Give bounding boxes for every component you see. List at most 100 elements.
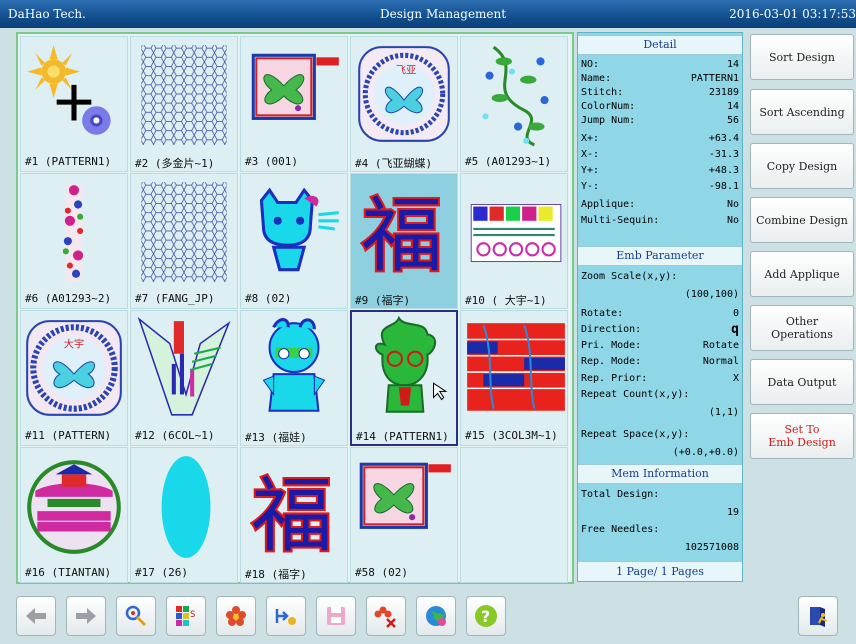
color-change-button[interactable]: S	[166, 596, 206, 636]
design-caption: #14 (PATTERN1)	[356, 430, 449, 443]
preview-icon	[125, 605, 147, 627]
detail-stitch: Stitch: 23189	[581, 87, 739, 98]
repeat-space-value: (+0.0,+0.0)	[672, 447, 739, 458]
free-needles-label: Free Needles:	[581, 524, 660, 535]
delete-design-icon	[374, 606, 396, 628]
detail-applique: Applique: No	[581, 199, 739, 210]
network-button[interactable]	[416, 596, 456, 636]
design-thumbnail	[463, 39, 565, 151]
design-tile[interactable]: #5 (A01293~1)	[460, 36, 568, 172]
svg-text:S: S	[190, 610, 195, 620]
flower-design-button[interactable]	[216, 596, 256, 636]
add-applique-button[interactable]: Add Applique	[750, 251, 854, 297]
design-tile[interactable]: #6 (A01293~2)	[20, 173, 128, 309]
design-caption: #3 (001)	[245, 155, 298, 168]
design-thumbnail: 大宇	[23, 313, 125, 425]
design-caption: #12 (6COL~1)	[135, 429, 215, 442]
design-caption: #6 (A01293~2)	[25, 292, 112, 305]
design-tile[interactable]: #12 (6COL~1)	[130, 310, 238, 446]
design-thumbnail	[243, 39, 345, 151]
sort-design-button[interactable]: Sort Design	[750, 34, 854, 80]
design-tile[interactable]: 大宇 #11 (PATTERN)	[20, 310, 128, 446]
design-caption: #18 (福字)	[245, 568, 307, 581]
save-disk-icon	[327, 607, 345, 625]
exit-icon	[810, 607, 828, 627]
design-thumbnail: 飞亚	[353, 39, 455, 151]
design-tile[interactable]: #8 (02)	[240, 173, 348, 309]
flower-icon	[226, 606, 246, 626]
bottom-toolbar: S ?	[0, 588, 856, 644]
set-to-emb-design-button[interactable]: Set To Emb Design	[750, 413, 854, 459]
design-thumbnail	[353, 450, 455, 562]
delete-design-button[interactable]	[366, 596, 406, 636]
design-thumbnail: 福	[353, 176, 455, 288]
design-tile[interactable]: #2 (多金片~1)	[130, 36, 238, 172]
sort-ascending-button[interactable]: Sort Ascending	[750, 89, 854, 135]
design-thumbnail	[243, 313, 345, 425]
detail-panel: Detail NO: 14 Name: PATTERN1 Stitch: 23189 …	[577, 32, 743, 582]
detail-title: Detail	[578, 35, 742, 55]
design-tile-current[interactable]: #14 (PATTERN1)	[350, 310, 458, 446]
free-needles-value: 102571008	[684, 542, 739, 553]
svg-text:福: 福	[251, 469, 332, 562]
date-time: 2016-03-01 03:17:53	[729, 7, 856, 21]
preview-button[interactable]	[116, 596, 156, 636]
detail-xminus: X-: -31.3	[581, 149, 739, 160]
design-thumbnail	[23, 450, 125, 562]
help-icon: ?	[475, 605, 497, 627]
help-button[interactable]: ?	[466, 596, 506, 636]
emb-rotate: Rotate: 0	[581, 308, 739, 319]
design-tile[interactable]: 飞亚 #4 (飞亚蝴蝶)	[350, 36, 458, 172]
copy-design-button[interactable]: Copy Design	[750, 143, 854, 189]
other-operations-button[interactable]: Other Operations	[750, 305, 854, 351]
design-tile[interactable]: #58 (02)	[350, 447, 458, 583]
design-tile[interactable]: #15 (3COL3M~1)	[460, 310, 568, 446]
zoom-scale-value: (100,100)	[684, 289, 739, 300]
title-bar: DaHao Tech. Design Management 2016-03-01…	[0, 0, 856, 28]
design-caption: #2 (多金片~1)	[135, 157, 215, 170]
next-page-button[interactable]	[66, 596, 106, 636]
color-change-icon: S	[176, 606, 195, 626]
design-thumbnail	[243, 176, 345, 288]
design-caption: #7 (FANG_JP)	[135, 292, 215, 305]
design-tile[interactable]: #7 (FANG_JP)	[130, 173, 238, 309]
design-thumbnail	[133, 176, 235, 288]
svg-text:大宇: 大宇	[64, 338, 84, 351]
svg-text:飞亚: 飞亚	[396, 66, 416, 77]
design-thumbnail	[23, 176, 125, 288]
svg-text:福: 福	[361, 189, 442, 284]
import-button[interactable]	[266, 596, 306, 636]
save-button[interactable]	[316, 596, 356, 636]
mem-information-title: Mem Information	[578, 464, 742, 484]
design-thumbnail	[463, 176, 565, 288]
detail-multisequin: Multi-Sequin: No	[581, 215, 739, 226]
data-output-button[interactable]: Data Output	[750, 359, 854, 405]
design-thumbnail	[133, 39, 235, 151]
design-caption: #5 (A01293~1)	[465, 155, 552, 168]
detail-yplus: Y+: +48.3	[581, 165, 739, 176]
design-tile[interactable]: #17 (26)	[130, 447, 238, 583]
design-tile[interactable]: #3 (001)	[240, 36, 348, 172]
design-thumbnail	[23, 39, 125, 151]
design-tile[interactable]: 福 #18 (福字)	[240, 447, 348, 583]
design-tile[interactable]: #10 ( 大宇~1)	[460, 173, 568, 309]
exit-button[interactable]	[798, 596, 838, 636]
design-thumbnail	[133, 313, 235, 425]
design-tile[interactable]: #1 (PATTERN1)	[20, 36, 128, 172]
design-tile[interactable]: 福 #9 (福字)	[350, 173, 458, 309]
design-tile[interactable]: #16 (TIANTAN)	[20, 447, 128, 583]
prev-page-button[interactable]	[16, 596, 56, 636]
total-design-value: 19	[726, 507, 739, 518]
emb-direction: Direction: q	[581, 322, 739, 337]
design-thumbnail	[354, 314, 456, 426]
repeat-count-value: (1,1)	[708, 407, 739, 418]
design-caption: #10 ( 大宇~1)	[465, 294, 547, 307]
design-caption: #8 (02)	[245, 292, 292, 305]
design-tile[interactable]: #13 (福娃)	[240, 310, 348, 446]
design-caption: #13 (福娃)	[245, 431, 307, 444]
screen-title: Design Management	[380, 7, 507, 21]
svg-text:?: ?	[481, 607, 490, 626]
combine-design-button[interactable]: Combine Design	[750, 197, 854, 243]
zoom-scale-label: Zoom Scale(x,y):	[581, 271, 678, 282]
design-thumbnail	[463, 313, 565, 425]
